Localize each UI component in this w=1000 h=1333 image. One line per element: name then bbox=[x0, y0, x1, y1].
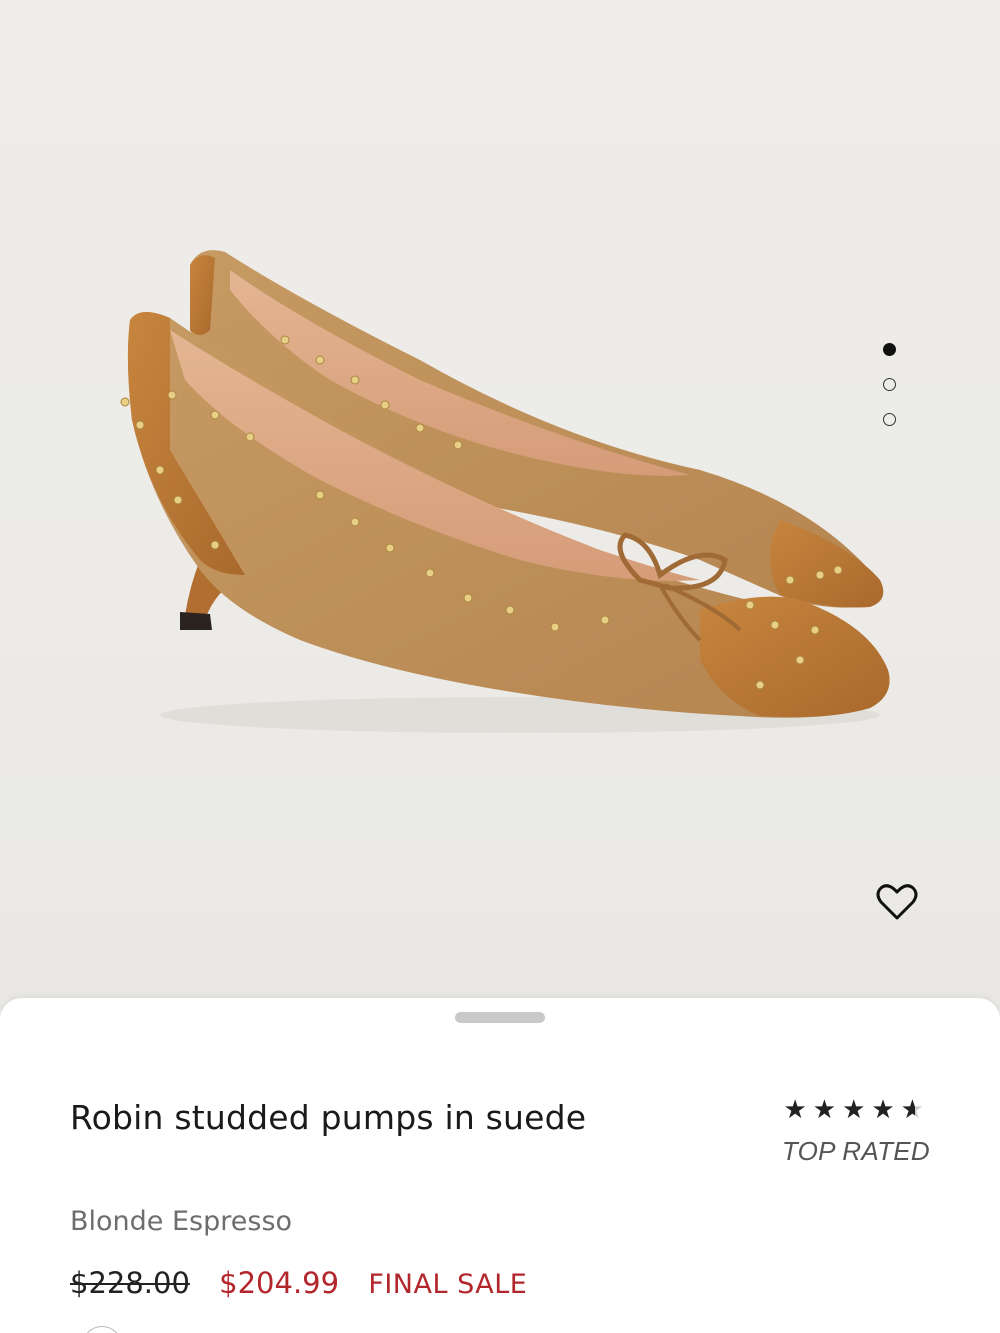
product-title: Robin studded pumps in suede bbox=[70, 1098, 587, 1137]
gallery-dot-3[interactable] bbox=[883, 413, 896, 426]
sheet-drag-handle[interactable] bbox=[455, 1012, 545, 1023]
final-sale-badge: FINAL SALE bbox=[368, 1269, 528, 1300]
gallery-dot-2[interactable] bbox=[883, 378, 896, 391]
product-page: Robin studded pumps in suede ★★★★★ TOP R… bbox=[0, 0, 1000, 1333]
product-rating[interactable]: ★★★★★ TOP RATED bbox=[782, 1094, 930, 1167]
gallery-dot-1[interactable] bbox=[883, 343, 896, 356]
gallery-pagination bbox=[883, 343, 903, 448]
favorite-button[interactable] bbox=[873, 878, 921, 926]
sale-price: $204.99 bbox=[219, 1266, 340, 1300]
rating-stars-icon: ★★★★★ bbox=[782, 1094, 930, 1124]
color-swatch[interactable] bbox=[82, 1326, 122, 1333]
price-row: $228.00 $204.99 FINAL SALE bbox=[70, 1266, 527, 1300]
original-price: $228.00 bbox=[70, 1266, 190, 1300]
product-image bbox=[120, 250, 890, 733]
product-image-gallery[interactable] bbox=[0, 0, 1000, 1010]
top-rated-label: TOP RATED bbox=[781, 1136, 930, 1166]
product-info-sheet[interactable]: Robin studded pumps in suede ★★★★★ TOP R… bbox=[0, 998, 1000, 1333]
heart-outline-icon bbox=[876, 884, 918, 920]
color-name: Blonde Espresso bbox=[70, 1206, 293, 1237]
